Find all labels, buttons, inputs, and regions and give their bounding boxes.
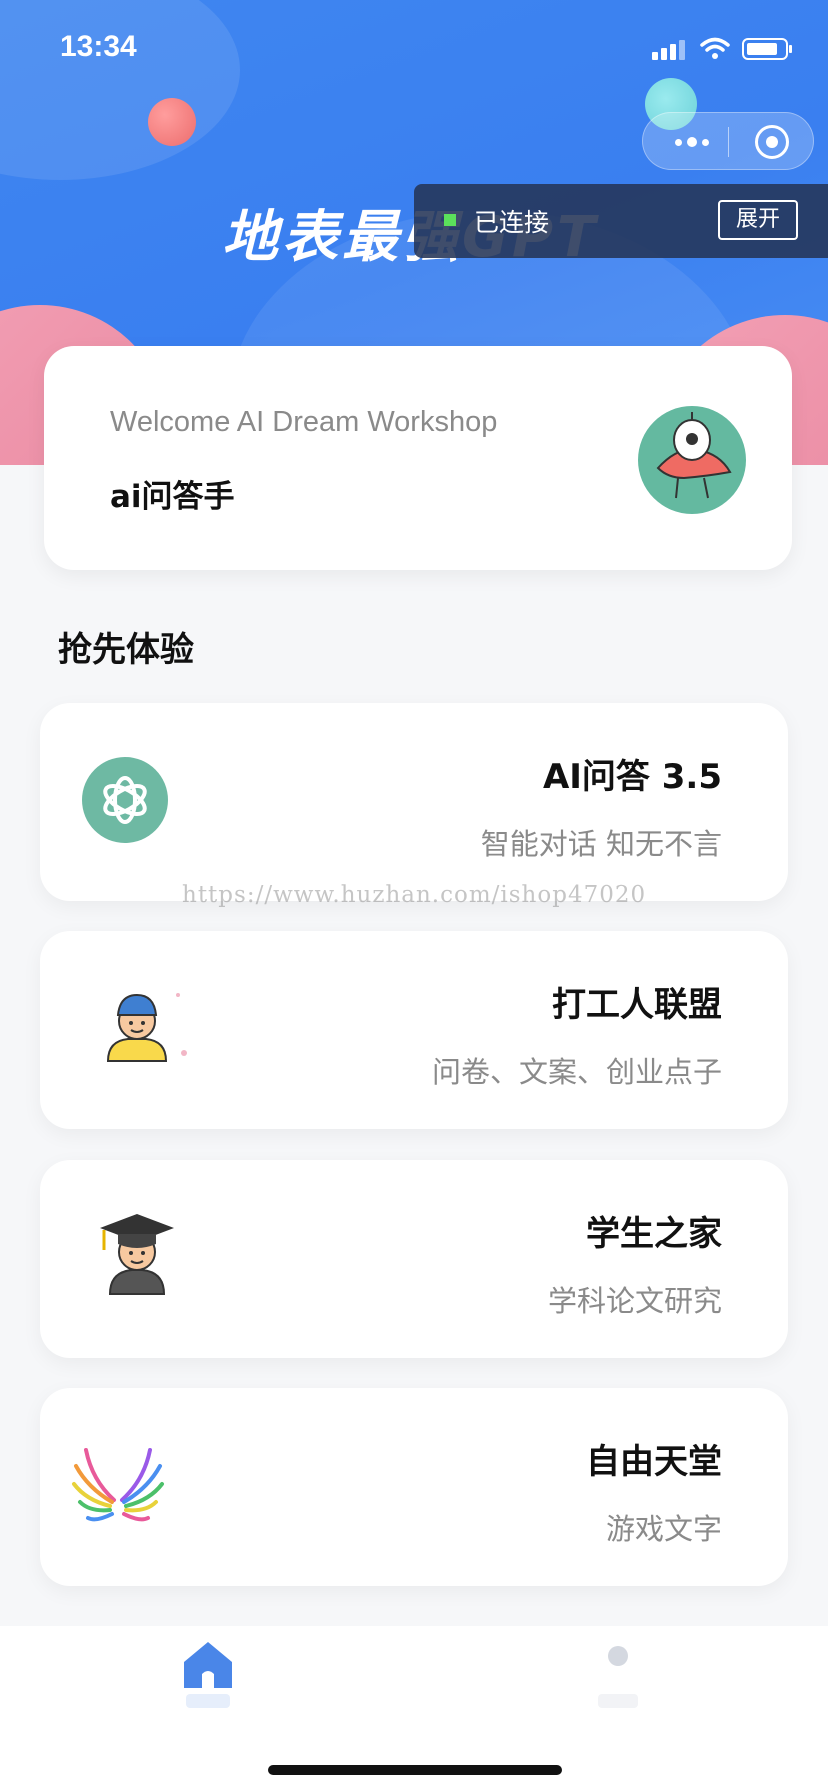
- feature-card-freedom[interactable]: 自由天堂 游戏文字: [40, 1388, 788, 1586]
- graduate-avatar-icon: [100, 1214, 174, 1295]
- feature-card-ai-qa[interactable]: AI问答 3.5 智能对话 知无不言: [40, 703, 788, 901]
- monster-avatar-icon: [638, 406, 746, 514]
- section-title: 抢先体验: [58, 630, 194, 670]
- openai-logo-icon: [82, 757, 168, 843]
- user-icon[interactable]: [590, 1636, 646, 1710]
- signal-icon: [661, 48, 667, 60]
- home-indicator: [268, 1765, 562, 1775]
- home-icon[interactable]: [180, 1636, 236, 1710]
- status-icons: [652, 36, 792, 60]
- feature-desc: 智能对话 知无不言: [480, 827, 722, 861]
- expand-button[interactable]: 展开: [718, 200, 798, 240]
- feature-title: 打工人联盟: [552, 985, 722, 1025]
- feature-card-workers[interactable]: 打工人联盟 问卷、文案、创业点子: [40, 931, 788, 1129]
- feature-card-students[interactable]: 学生之家 学科论文研究: [40, 1160, 788, 1358]
- feature-title: 自由天堂: [586, 1442, 722, 1482]
- feature-desc: 游戏文字: [605, 1512, 722, 1546]
- connection-status: 已连接: [474, 208, 550, 237]
- feature-desc: 学科论文研究: [547, 1284, 722, 1318]
- signal-icon: [670, 44, 676, 60]
- feature-title: AI问答 3.5: [542, 757, 722, 797]
- miniprogram-capsule[interactable]: [642, 112, 814, 170]
- more-icon[interactable]: [667, 127, 717, 157]
- wifi-icon: [700, 37, 730, 59]
- rainbow-wings-icon: [72, 1448, 164, 1522]
- close-target-icon[interactable]: [755, 125, 789, 159]
- welcome-subtitle: Welcome AI Dream Workshop: [110, 406, 498, 438]
- welcome-title: ai问答手: [110, 479, 235, 515]
- signal-icon: [679, 40, 685, 60]
- signal-icon: [652, 52, 658, 60]
- feature-title: 学生之家: [586, 1214, 722, 1254]
- watermark: https://www.huzhan.com/ishop47020: [182, 882, 647, 908]
- feature-desc: 问卷、文案、创业点子: [431, 1055, 722, 1089]
- status-time: 13:34: [60, 30, 137, 63]
- connected-indicator-icon: [444, 214, 456, 226]
- worker-avatar-icon: [106, 993, 187, 1062]
- decor-blob: [0, 0, 240, 180]
- decor-red-dot: [148, 98, 196, 146]
- battery-icon: [742, 38, 792, 60]
- welcome-card: Welcome AI Dream Workshop ai问答手: [44, 346, 792, 570]
- connection-panel: 已连接 展开: [414, 184, 828, 258]
- capsule-divider: [728, 127, 729, 157]
